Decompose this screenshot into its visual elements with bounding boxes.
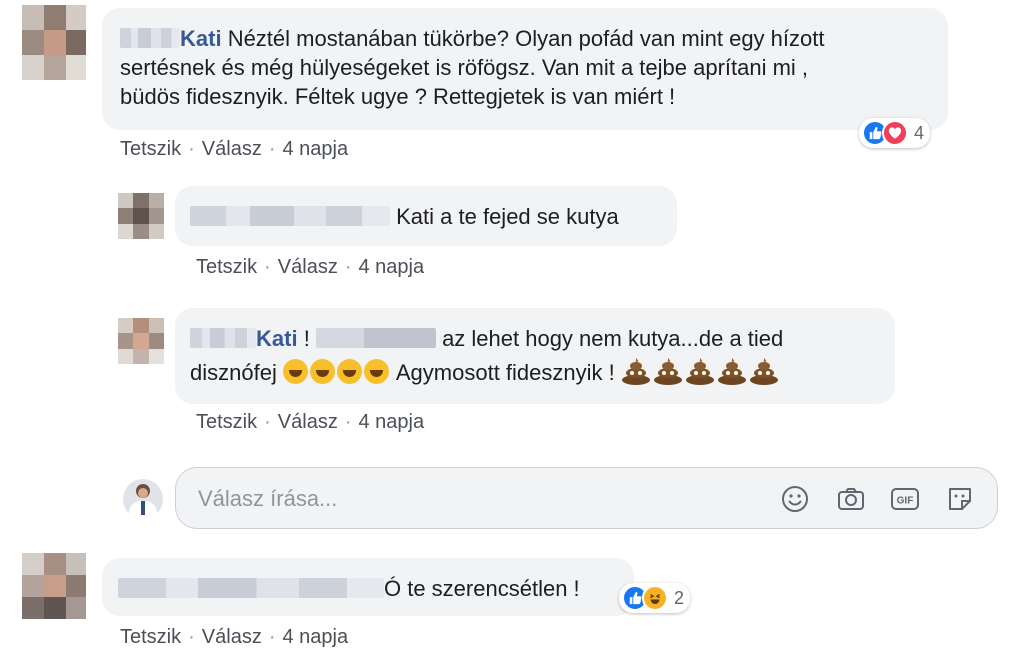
comment-2-text: Ó te szerencsétlen ! (118, 574, 580, 603)
reply-1-like-link[interactable]: Tetszik (196, 256, 257, 278)
separator-dot: · (344, 256, 352, 278)
separator-dot: · (268, 138, 276, 160)
pile-of-poo-emoji-icon (749, 358, 778, 385)
sticker-icon[interactable] (944, 483, 976, 515)
laugh-emoji-group (282, 359, 396, 385)
reply-2-timestamp[interactable]: 4 napja (359, 411, 425, 433)
reply-2-line-2: disznófej Agymosott fidesznyik ! (190, 357, 783, 387)
rolling-laughing-emoji-icon (282, 359, 308, 384)
reply-2-avatar[interactable] (118, 318, 164, 364)
comment-2-like-link[interactable]: Tetszik (120, 626, 181, 648)
comment-1-line-1: Kati Néztél mostanában tükörbe? Olyan po… (120, 24, 940, 53)
reply-1-message: Kati a te fejed se kutya (396, 204, 619, 229)
current-user-avatar (123, 479, 163, 519)
redacted-name (118, 578, 384, 598)
comment-1-reactions[interactable]: 4 (859, 118, 931, 148)
pile-of-poo-emoji-icon (621, 358, 650, 385)
haha-icon (642, 585, 668, 611)
comment-2-reaction-count: 2 (674, 587, 685, 608)
gif-icon[interactable]: GIF (889, 483, 921, 515)
comment-2-reply-link[interactable]: Válasz (202, 626, 262, 648)
reply-2-text: Kati ! az lehet hogy nem kutya...de a ti… (190, 324, 783, 387)
reply-input-box: GIF (175, 467, 998, 529)
reply-1-reply-link[interactable]: Válasz (278, 256, 338, 278)
separator-dot: · (264, 411, 271, 433)
separator-dot: · (344, 411, 352, 433)
comment-1-text: Kati Néztél mostanában tükörbe? Olyan po… (120, 24, 940, 111)
love-icon (882, 120, 908, 146)
pile-of-poo-emoji-icon (653, 358, 682, 385)
redacted-name (315, 328, 436, 348)
reply-1-timestamp[interactable]: 4 napja (359, 256, 425, 278)
comment-2-avatar[interactable] (22, 553, 86, 619)
camera-icon[interactable] (835, 483, 867, 515)
pile-of-poo-emoji-icon (685, 358, 714, 385)
comment-1-reaction-count: 4 (914, 122, 925, 143)
separator-dot: · (188, 626, 195, 648)
comment-1-like-link[interactable]: Tetszik (120, 138, 181, 160)
reply-2-exclaim: ! (303, 326, 310, 351)
comment-2-message: Ó te szerencsétlen ! (384, 576, 580, 601)
comment-1-timestamp[interactable]: 4 napja (283, 138, 349, 160)
comment-2-reactions[interactable]: 2 (619, 583, 691, 613)
redacted-name (190, 206, 390, 226)
redacted-name (120, 28, 180, 48)
reply-2-line-1: Kati ! az lehet hogy nem kutya...de a ti… (190, 324, 783, 353)
reply-1-avatar[interactable] (118, 193, 164, 239)
comment-2-actions: Tetszik · Válasz · 4 napja (120, 626, 348, 649)
comment-1-text-line-3: büdös fidesznyik. Féltek ugye ? Rettegje… (120, 84, 676, 109)
comment-2-timestamp[interactable]: 4 napja (283, 626, 349, 648)
rolling-laughing-emoji-icon (363, 359, 389, 384)
comment-1-text-line-1: Néztél mostanában tükörbe? Olyan pofád v… (227, 26, 825, 51)
comment-1-reply-link[interactable]: Válasz (202, 138, 262, 160)
emoji-icon[interactable] (779, 483, 811, 515)
reply-1-actions: Tetszik · Válasz · 4 napja (196, 256, 424, 279)
separator-dot: · (268, 626, 276, 648)
reply-2-like-link[interactable]: Tetszik (196, 411, 257, 433)
reply-2-text-part-4: Agymosott fidesznyik ! (395, 360, 615, 385)
comment-1-avatar[interactable] (22, 5, 86, 80)
comment-1-text-line-2: sertésnek és még hülyeségeket is röfögsz… (120, 55, 809, 80)
reply-2-text-part-2: az lehet hogy nem kutya...de a tied (442, 326, 784, 351)
pile-of-poo-emoji-icon (717, 358, 746, 385)
comment-1-actions: Tetszik · Válasz · 4 napja (120, 138, 348, 161)
reply-input[interactable] (196, 480, 740, 518)
separator-dot: · (188, 138, 195, 160)
reply-2-text-part-3: disznófej (190, 360, 277, 385)
rolling-laughing-emoji-icon (309, 359, 335, 384)
rolling-laughing-emoji-icon (336, 359, 362, 384)
svg-text:GIF: GIF (897, 496, 914, 507)
comment-1-author[interactable]: Kati (180, 26, 222, 51)
redacted-name (190, 328, 256, 348)
reply-2-reply-link[interactable]: Válasz (278, 411, 338, 433)
reply-2-actions: Tetszik · Válasz · 4 napja (196, 411, 424, 434)
reply-2-author[interactable]: Kati (256, 326, 298, 351)
separator-dot: · (264, 256, 271, 278)
poo-emoji-group (621, 358, 781, 385)
reply-1-text: Kati a te fejed se kutya (190, 202, 619, 231)
